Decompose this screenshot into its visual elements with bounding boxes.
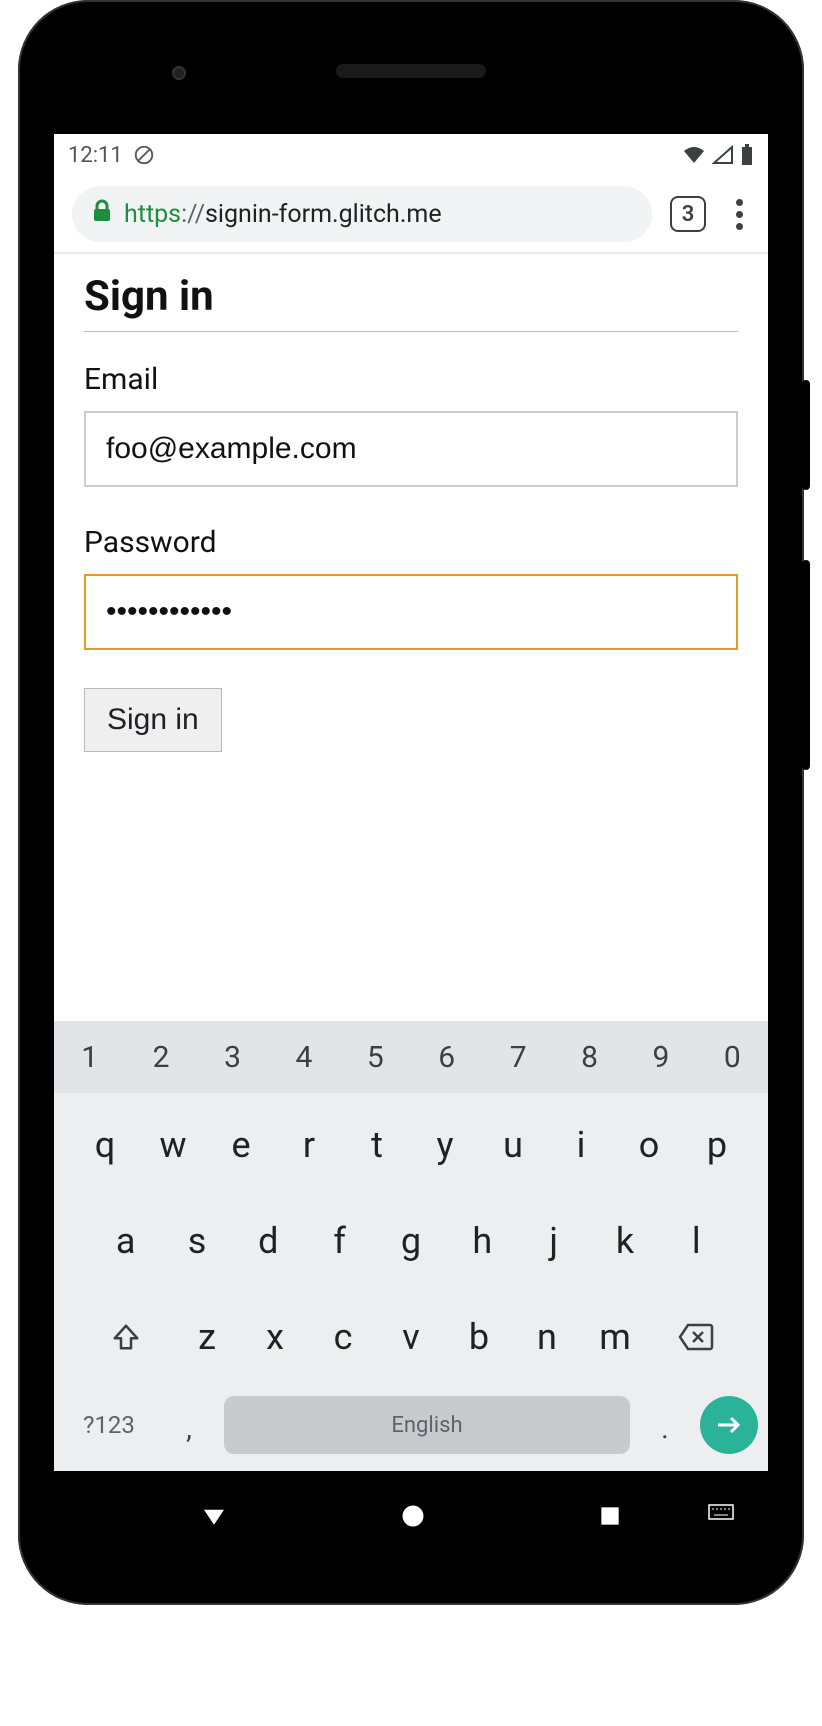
phone-bezel: 12:11 <box>32 14 790 1591</box>
android-nav-bar <box>54 1481 768 1551</box>
url-scheme: https <box>124 200 181 229</box>
key-l[interactable]: l <box>665 1197 728 1285</box>
status-bar: 12:11 <box>54 134 768 176</box>
status-right <box>682 144 754 166</box>
url-host: signin-form.glitch.me <box>205 200 442 229</box>
phone-frame: 12:11 <box>18 0 804 1605</box>
key-m[interactable]: m <box>585 1293 645 1381</box>
key-q[interactable]: q <box>75 1101 135 1189</box>
key-0[interactable]: 0 <box>697 1021 768 1093</box>
key-g[interactable]: g <box>379 1197 442 1285</box>
phone-speaker <box>336 64 486 78</box>
key-x[interactable]: x <box>245 1293 305 1381</box>
nav-home-button[interactable] <box>399 1502 427 1530</box>
backspace-key[interactable] <box>653 1293 739 1381</box>
address-bar[interactable]: https://signin-form.glitch.me <box>72 186 652 242</box>
keyboard-number-row: 1234567890 <box>54 1021 768 1093</box>
status-left: 12:11 <box>68 143 155 168</box>
tab-count-label: 3 <box>682 202 695 227</box>
url-separator: :// <box>181 200 205 229</box>
battery-icon <box>740 144 754 166</box>
key-h[interactable]: h <box>451 1197 514 1285</box>
key-j[interactable]: j <box>522 1197 585 1285</box>
keyboard-row-1: qwertyuiop <box>54 1093 768 1189</box>
browser-menu-button[interactable] <box>724 199 754 230</box>
sign-in-button[interactable]: Sign in <box>84 688 222 752</box>
key-e[interactable]: e <box>211 1101 271 1189</box>
key-z[interactable]: z <box>177 1293 237 1381</box>
menu-dot <box>736 223 743 230</box>
key-y[interactable]: y <box>415 1101 475 1189</box>
key-4[interactable]: 4 <box>268 1021 339 1093</box>
key-3[interactable]: 3 <box>197 1021 268 1093</box>
key-f[interactable]: f <box>308 1197 371 1285</box>
lock-icon <box>92 199 112 230</box>
key-v[interactable]: v <box>381 1293 441 1381</box>
key-6[interactable]: 6 <box>411 1021 482 1093</box>
tab-switcher-button[interactable]: 3 <box>670 196 706 232</box>
key-8[interactable]: 8 <box>554 1021 625 1093</box>
key-1[interactable]: 1 <box>54 1021 125 1093</box>
key-p[interactable]: p <box>687 1101 747 1189</box>
key-2[interactable]: 2 <box>125 1021 196 1093</box>
shift-key[interactable] <box>83 1293 169 1381</box>
url-text: https://signin-form.glitch.me <box>124 200 442 229</box>
key-n[interactable]: n <box>517 1293 577 1381</box>
cellular-signal-icon <box>712 145 734 165</box>
menu-dot <box>736 211 743 218</box>
enter-key[interactable] <box>700 1396 758 1454</box>
symbols-key[interactable]: ?123 <box>64 1391 154 1459</box>
keyboard-bottom-row: ?123 , English . <box>54 1381 768 1463</box>
soft-keyboard: 1234567890 qwertyuiop asdfghjkl zxcvbnm … <box>54 1021 768 1471</box>
screen: 12:11 <box>54 134 768 1471</box>
key-d[interactable]: d <box>237 1197 300 1285</box>
key-t[interactable]: t <box>347 1101 407 1189</box>
key-7[interactable]: 7 <box>482 1021 553 1093</box>
keyboard-row-2: asdfghjkl <box>54 1189 768 1285</box>
nav-keyboard-switcher-icon[interactable] <box>708 1504 734 1529</box>
key-i[interactable]: i <box>551 1101 611 1189</box>
browser-toolbar: https://signin-form.glitch.me 3 <box>54 176 768 254</box>
comma-key[interactable]: , <box>164 1391 214 1459</box>
key-k[interactable]: k <box>593 1197 656 1285</box>
page-content: Sign in Email Password Sign in <box>54 254 768 1021</box>
key-9[interactable]: 9 <box>625 1021 696 1093</box>
email-field[interactable] <box>84 411 738 487</box>
phone-side-button <box>802 380 810 490</box>
nav-back-button[interactable] <box>199 1501 229 1531</box>
key-c[interactable]: c <box>313 1293 373 1381</box>
wifi-icon <box>682 145 706 165</box>
key-a[interactable]: a <box>94 1197 157 1285</box>
page-title: Sign in <box>84 272 738 321</box>
key-o[interactable]: o <box>619 1101 679 1189</box>
menu-dot <box>736 199 743 206</box>
key-w[interactable]: w <box>143 1101 203 1189</box>
spacebar-key[interactable]: English <box>224 1396 630 1454</box>
password-label: Password <box>84 525 738 560</box>
key-b[interactable]: b <box>449 1293 509 1381</box>
status-time: 12:11 <box>68 143 123 168</box>
period-key[interactable]: . <box>640 1391 690 1459</box>
key-u[interactable]: u <box>483 1101 543 1189</box>
phone-camera <box>172 66 186 80</box>
phone-side-button <box>802 560 810 770</box>
keyboard-row-3: zxcvbnm <box>54 1285 768 1381</box>
key-s[interactable]: s <box>165 1197 228 1285</box>
email-label: Email <box>84 362 738 397</box>
key-r[interactable]: r <box>279 1101 339 1189</box>
do-not-disturb-icon <box>133 144 155 166</box>
key-5[interactable]: 5 <box>340 1021 411 1093</box>
nav-recents-button[interactable] <box>597 1503 623 1529</box>
password-field[interactable] <box>84 574 738 650</box>
divider <box>84 331 738 332</box>
